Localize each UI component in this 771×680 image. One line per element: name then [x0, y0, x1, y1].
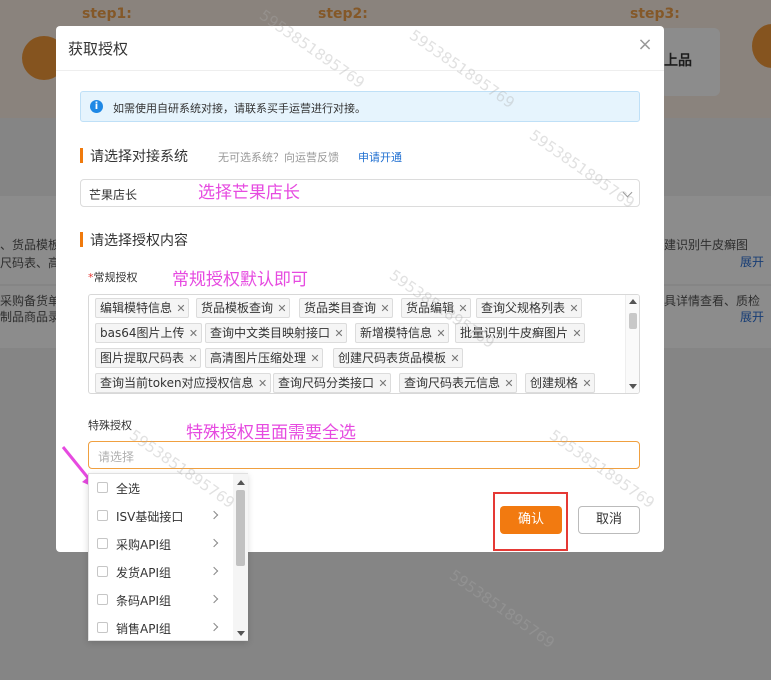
tags-scrollbar[interactable] [625, 295, 639, 393]
dropdown-item-label: ISV基础接口 [116, 510, 184, 524]
scroll-down-icon[interactable] [237, 631, 245, 636]
close-icon[interactable]: ✕ [502, 375, 516, 393]
checkbox[interactable] [97, 510, 108, 521]
dropdown-item-label: 全选 [116, 482, 141, 496]
close-icon[interactable]: ✕ [456, 300, 470, 318]
annotation-system: 选择芒果店长 [198, 183, 300, 203]
checkbox[interactable] [97, 622, 108, 633]
dropdown-item-label: 销售API组 [116, 622, 171, 636]
section2-accent-bar [80, 232, 83, 247]
auth-tag: 查询尺码表元信息 ✕ [399, 373, 518, 393]
auth-tag: 批量识别牛皮癣图片 ✕ [455, 323, 586, 343]
dropdown-item-barcode[interactable]: 条码API组 [89, 586, 233, 614]
scroll-down-icon[interactable] [629, 384, 637, 389]
notice-text: 如需使用自研系统对接，请联系买手运营进行对接。 [113, 102, 366, 115]
close-icon[interactable]: ✕ [580, 375, 594, 393]
regular-auth-label: *常规授权 [88, 269, 138, 285]
special-auth-placeholder: 请选择 [98, 450, 135, 464]
auth-tag: 查询父规格列表 ✕ [476, 298, 583, 318]
modal-title: 获取授权 [68, 40, 129, 58]
close-icon[interactable]: ✕ [332, 325, 346, 343]
auth-tag: 查询中文类目映射接口 ✕ [205, 323, 348, 343]
chevron-right-icon [209, 622, 219, 632]
close-icon[interactable]: ✕ [308, 350, 322, 368]
auth-tag: 货品模板查询 ✕ [196, 298, 291, 318]
scroll-thumb[interactable] [236, 490, 245, 566]
close-icon[interactable]: ✕ [275, 300, 289, 318]
close-icon[interactable]: ✕ [448, 350, 462, 368]
auth-tag: 编辑模特信息 ✕ [95, 298, 190, 318]
checkbox[interactable] [97, 594, 108, 605]
special-auth-dropdown: 全选 ISV基础接口 采购API组 发货API组 条码API组 销售API组 [88, 473, 248, 641]
close-icon[interactable]: ✕ [378, 300, 392, 318]
regular-auth-label-text: 常规授权 [93, 271, 138, 284]
annotation-special: 特殊授权里面需要全选 [186, 423, 356, 443]
close-icon[interactable]: × [636, 36, 654, 54]
close-icon[interactable]: ✕ [567, 300, 581, 318]
chevron-right-icon [209, 538, 219, 548]
dropdown-item-sales[interactable]: 销售API组 [89, 614, 233, 642]
auth-tag: 创建规格 ✕ [525, 373, 596, 393]
close-icon[interactable]: ✕ [186, 350, 200, 368]
special-auth-select[interactable]: 请选择 [88, 441, 640, 469]
auth-tag: 查询当前token对应授权信息 ✕ [95, 373, 271, 393]
no-system-hint: 无可选系统？向运营反馈 [218, 151, 339, 164]
close-icon[interactable]: ✕ [174, 300, 188, 318]
dropdown-scrollbar[interactable] [233, 474, 248, 640]
auth-tag: 货品类目查询 ✕ [299, 298, 394, 318]
scroll-up-icon[interactable] [237, 480, 245, 485]
info-icon: i [90, 100, 103, 113]
system-select[interactable]: 芒果店长 [80, 179, 640, 207]
auth-tag: 图片提取尺码表 ✕ [95, 348, 202, 368]
chevron-right-icon [209, 566, 219, 576]
auth-tag: 货品编辑 ✕ [401, 298, 472, 318]
dropdown-item-isv[interactable]: ISV基础接口 [89, 502, 233, 530]
info-notice: i 如需使用自研系统对接，请联系买手运营进行对接。 [80, 91, 640, 122]
chevron-right-icon [209, 594, 219, 604]
section1-title: 请选择对接系统 [90, 149, 188, 165]
special-auth-label: 特殊授权 [88, 419, 132, 432]
auth-tag: 高清图片压缩处理 ✕ [205, 348, 324, 368]
dropdown-item-label: 条码API组 [116, 594, 171, 608]
auth-tag: bas64图片上传 ✕ [95, 323, 202, 343]
scroll-up-icon[interactable] [629, 299, 637, 304]
annotation-regular: 常规授权默认即可 [172, 270, 308, 290]
chevron-down-icon [622, 187, 633, 198]
section2-title: 请选择授权内容 [90, 233, 188, 249]
close-icon[interactable]: ✕ [434, 325, 448, 343]
close-icon[interactable]: ✕ [256, 375, 270, 393]
auth-tag: 新增模特信息 ✕ [355, 323, 450, 343]
dropdown-item-shipping[interactable]: 发货API组 [89, 558, 233, 586]
checkbox[interactable] [97, 482, 108, 493]
cancel-button[interactable]: 取消 [578, 506, 640, 534]
close-icon[interactable]: ✕ [376, 375, 390, 393]
apply-link[interactable]: 申请开通 [358, 149, 402, 165]
dropdown-item-select-all[interactable]: 全选 [89, 474, 233, 502]
close-icon[interactable]: ✕ [187, 325, 201, 343]
auth-tag: 创建尺码表货品模板 ✕ [333, 348, 464, 368]
dropdown-item-label: 发货API组 [116, 566, 171, 580]
auth-tag: 查询尺码分类接口 ✕ [273, 373, 392, 393]
checkbox[interactable] [97, 566, 108, 577]
title-divider [56, 70, 664, 71]
dropdown-item-label: 采购API组 [116, 538, 171, 552]
chevron-right-icon [209, 510, 219, 520]
system-select-value: 芒果店长 [89, 188, 138, 202]
regular-auth-tags[interactable]: 编辑模特信息 ✕ 货品模板查询 ✕ 货品类目查询 ✕ 货品编辑 ✕ 查询父规格列表 ✕ b… [88, 294, 640, 394]
dropdown-item-purchase[interactable]: 采购API组 [89, 530, 233, 558]
confirm-highlight-frame [493, 492, 568, 551]
scroll-thumb[interactable] [629, 313, 637, 329]
close-icon[interactable]: ✕ [570, 325, 584, 343]
section1-accent-bar [80, 148, 83, 163]
checkbox[interactable] [97, 538, 108, 549]
